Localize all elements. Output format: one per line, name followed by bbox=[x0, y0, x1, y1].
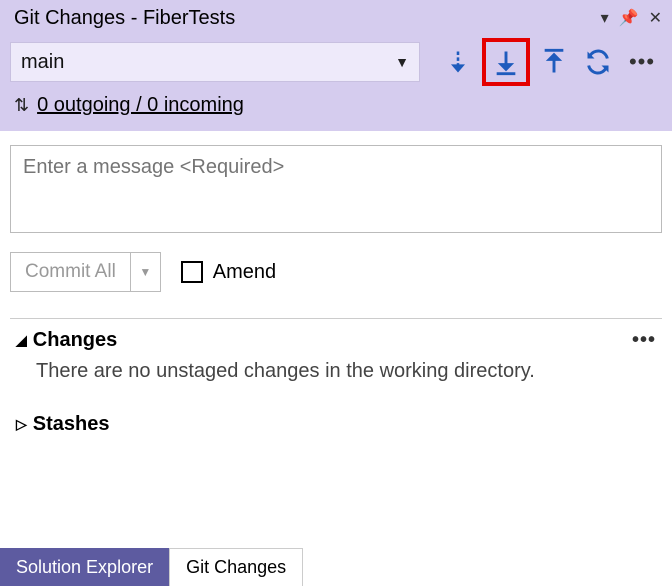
pin-icon[interactable]: 📌 bbox=[619, 8, 639, 28]
close-icon[interactable]: ✕ bbox=[649, 8, 662, 28]
checkbox-icon bbox=[181, 261, 203, 283]
bottom-tabs: Solution Explorer Git Changes bbox=[0, 548, 672, 586]
amend-checkbox[interactable]: Amend bbox=[181, 261, 276, 284]
changes-empty-text: There are no unstaged changes in the wor… bbox=[16, 352, 656, 397]
window-menu-icon[interactable]: ▾ bbox=[601, 8, 609, 28]
commit-all-dropdown[interactable]: ▼ bbox=[130, 253, 160, 291]
tab-solution-explorer[interactable]: Solution Explorer bbox=[0, 548, 169, 586]
sync-status-row: ⇅ 0 outgoing / 0 incoming bbox=[0, 88, 672, 131]
up-down-arrow-icon: ⇅ bbox=[14, 95, 29, 116]
changes-label: Changes bbox=[33, 329, 117, 352]
tab-git-changes[interactable]: Git Changes bbox=[169, 548, 303, 586]
stashes-section: ▷ Stashes bbox=[10, 403, 662, 442]
fetch-button[interactable] bbox=[438, 42, 478, 82]
changes-more-button[interactable]: ••• bbox=[632, 329, 656, 352]
changes-header[interactable]: ◢ Changes ••• bbox=[16, 329, 656, 352]
commit-controls-row: Commit All ▼ Amend bbox=[10, 252, 662, 292]
chevron-down-icon: ▼ bbox=[395, 54, 409, 70]
window-title: Git Changes - FiberTests bbox=[14, 7, 601, 30]
branch-selector[interactable]: main ▼ bbox=[10, 42, 420, 82]
more-actions-button[interactable]: ••• bbox=[622, 42, 662, 82]
stashes-header[interactable]: ▷ Stashes bbox=[16, 413, 656, 436]
stashes-label: Stashes bbox=[33, 413, 110, 436]
push-button[interactable] bbox=[534, 42, 574, 82]
changes-section: ◢ Changes ••• There are no unstaged chan… bbox=[10, 319, 662, 403]
amend-label: Amend bbox=[213, 261, 276, 284]
sync-icon bbox=[584, 48, 612, 76]
collapsed-triangle-icon: ▷ bbox=[16, 416, 27, 433]
sync-status-link[interactable]: 0 outgoing / 0 incoming bbox=[37, 94, 244, 117]
commit-all-label: Commit All bbox=[11, 253, 130, 291]
expanded-triangle-icon: ◢ bbox=[16, 332, 27, 349]
ellipsis-icon: ••• bbox=[629, 49, 655, 75]
pull-button[interactable] bbox=[482, 38, 530, 86]
fetch-icon bbox=[444, 48, 472, 76]
push-icon bbox=[540, 48, 568, 76]
git-actions: ••• bbox=[438, 38, 662, 86]
pull-icon bbox=[492, 48, 520, 76]
git-toolbar: main ▼ bbox=[0, 36, 672, 88]
window-titlebar: Git Changes - FiberTests ▾ 📌 ✕ bbox=[0, 0, 672, 36]
body-area: Commit All ▼ Amend ◢ Changes ••• There a… bbox=[0, 131, 672, 452]
branch-name: main bbox=[21, 51, 64, 74]
sync-button[interactable] bbox=[578, 42, 618, 82]
commit-message-input[interactable] bbox=[10, 145, 662, 233]
commit-all-button[interactable]: Commit All ▼ bbox=[10, 252, 161, 292]
window-controls: ▾ 📌 ✕ bbox=[601, 8, 662, 28]
